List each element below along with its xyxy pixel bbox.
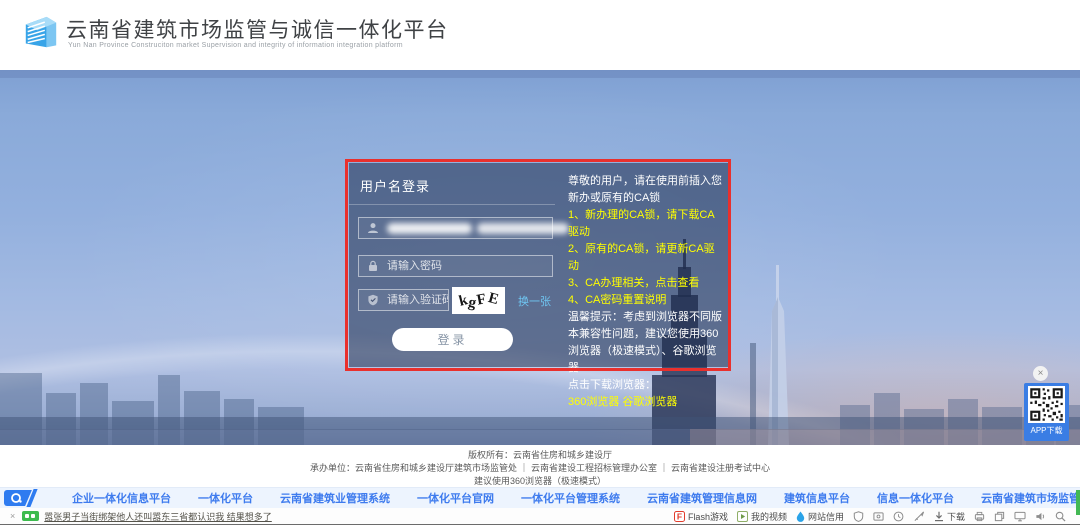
captcha-char: E (486, 291, 500, 308)
captcha-image[interactable]: k g F E (452, 287, 505, 314)
divider (349, 204, 555, 205)
screenshot-icon[interactable] (873, 511, 884, 522)
notice-browser-tip: 温馨提示：考虑到浏览器不同版本兼容性问题，建议您使用360浏览器（极速模式）、谷… (568, 309, 723, 377)
news-headline-link[interactable]: 嚣张男子当街绑架他人还叫嚣东三省都认识我 结果想多了 (44, 510, 272, 523)
search-icon[interactable] (1055, 511, 1066, 522)
news-source-icon[interactable] (22, 511, 39, 521)
notice-link-ca-password-reset[interactable]: 4、CA密码重置说明 (568, 292, 723, 309)
captcha-char: F (476, 292, 488, 308)
quick-link[interactable]: 云南省建筑管理信息网 (647, 490, 757, 506)
quick-link[interactable]: 信息一体化平台 (877, 490, 954, 506)
notice-browser-download-links[interactable]: 360浏览器 谷歌浏览器 (568, 394, 723, 411)
quick-link[interactable]: 一体化平台 (198, 490, 253, 506)
flash-games-button[interactable]: F Flash游戏 (674, 510, 728, 523)
qr-code-image (1028, 386, 1065, 423)
security-shield-icon[interactable] (853, 511, 864, 522)
captcha-field[interactable] (358, 289, 449, 311)
quick-link[interactable]: 一体化平台管理系统 (521, 490, 620, 506)
browser-status-bar: × 嚣张男子当街绑架他人还叫嚣东三省都认识我 结果想多了 F Flash游戏 我… (0, 508, 1080, 525)
shield-icon (367, 294, 379, 306)
speaker-icon[interactable] (1035, 511, 1046, 522)
tabs-copy-icon[interactable] (994, 511, 1005, 522)
password-field[interactable] (358, 255, 553, 277)
notice-download-prompt: 点击下载浏览器： (568, 377, 723, 394)
ca-notice: 尊敬的用户，请在使用前插入您新办或原有的CA锁 1、新办理的CA锁，请下载CA驱… (568, 173, 723, 411)
quick-link[interactable]: 云南省建筑业管理系统 (280, 490, 390, 506)
notice-link-ca-driver-update[interactable]: 2、原有的CA锁，请更新CA驱动 (568, 241, 723, 275)
change-captcha-link[interactable]: 换一张 (518, 293, 551, 309)
printer-icon[interactable] (974, 511, 985, 522)
toolbar-tools: F Flash游戏 我的视频 网站信用 (674, 510, 1066, 523)
quick-link[interactable]: 一体化平台官网 (417, 490, 494, 506)
organizer-line: 承办单位：云南省住房和城乡建设厅建筑市场监管处 ｜ 云南省建设工程招标管理办公室… (0, 462, 1080, 475)
redacted-username-blur (387, 223, 472, 234)
user-icon (367, 222, 379, 234)
history-clock-icon[interactable] (893, 511, 904, 522)
browser-search-logo-icon[interactable] (4, 490, 44, 506)
lock-icon (367, 260, 379, 272)
login-button[interactable]: 登录 (392, 328, 513, 351)
page-title: 云南省建筑市场监管与诚信一体化平台 (66, 14, 449, 44)
site-header: 云南省建筑市场监管与诚信一体化平台 Yun Nan Province Const… (0, 0, 1080, 70)
qr-close-button[interactable]: × (1033, 366, 1048, 381)
username-field[interactable] (358, 217, 553, 239)
monitor-icon[interactable] (1014, 511, 1026, 522)
redacted-username-blur (477, 223, 569, 234)
droplet-icon (796, 511, 805, 522)
boost-rocket-icon[interactable] (913, 511, 925, 522)
notice-intro: 尊敬的用户，请在使用前插入您新办或原有的CA锁 (568, 173, 723, 207)
quick-link[interactable]: 云南省建筑市场监管信息网 (981, 490, 1080, 506)
news-close-icon[interactable]: × (10, 511, 15, 521)
video-play-icon (737, 511, 748, 522)
notice-link-ca-driver-new[interactable]: 1、新办理的CA锁，请下载CA驱动 (568, 207, 723, 241)
flash-icon: F (674, 511, 685, 522)
quick-links: 企业一体化信息平台 一体化平台 云南省建筑业管理系统 一体化平台官网 一体化平台… (72, 490, 1080, 506)
scrollbar-thumb[interactable] (1076, 490, 1080, 515)
svg-text:F: F (677, 511, 682, 521)
page-subtitle: Yun Nan Province Construciton market Sup… (68, 42, 403, 49)
copyright-line: 版权所有：云南省住房和城乡建设厅 (0, 449, 1080, 462)
download-arrow-icon (934, 511, 944, 522)
quick-link[interactable]: 企业一体化信息平台 (72, 490, 171, 506)
app-download-widget[interactable]: APP下载 (1024, 383, 1069, 441)
login-panel-title: 用户名登录 (360, 176, 430, 195)
notice-link-ca-info[interactable]: 3、CA办理相关，点击查看 (568, 275, 723, 292)
site-credit-button[interactable]: 网站信用 (796, 510, 844, 523)
building-logo-icon (22, 13, 60, 55)
download-button[interactable]: 下载 (934, 510, 965, 523)
quick-links-bar: 企业一体化信息平台 一体化平台 云南省建筑业管理系统 一体化平台官网 一体化平台… (0, 487, 1080, 508)
quick-link[interactable]: 建筑信息平台 (784, 490, 850, 506)
my-videos-button[interactable]: 我的视频 (737, 510, 787, 523)
login-panel: 用户名登录 k g (349, 163, 729, 367)
app-download-label: APP下载 (1024, 425, 1069, 436)
captcha-input[interactable] (387, 294, 448, 306)
password-input[interactable] (387, 260, 552, 272)
page-footer: 版权所有：云南省住房和城乡建设厅 承办单位：云南省住房和城乡建设厅建筑市场监管处… (0, 445, 1080, 487)
page: 云南省建筑市场监管与诚信一体化平台 Yun Nan Province Const… (0, 0, 1080, 525)
